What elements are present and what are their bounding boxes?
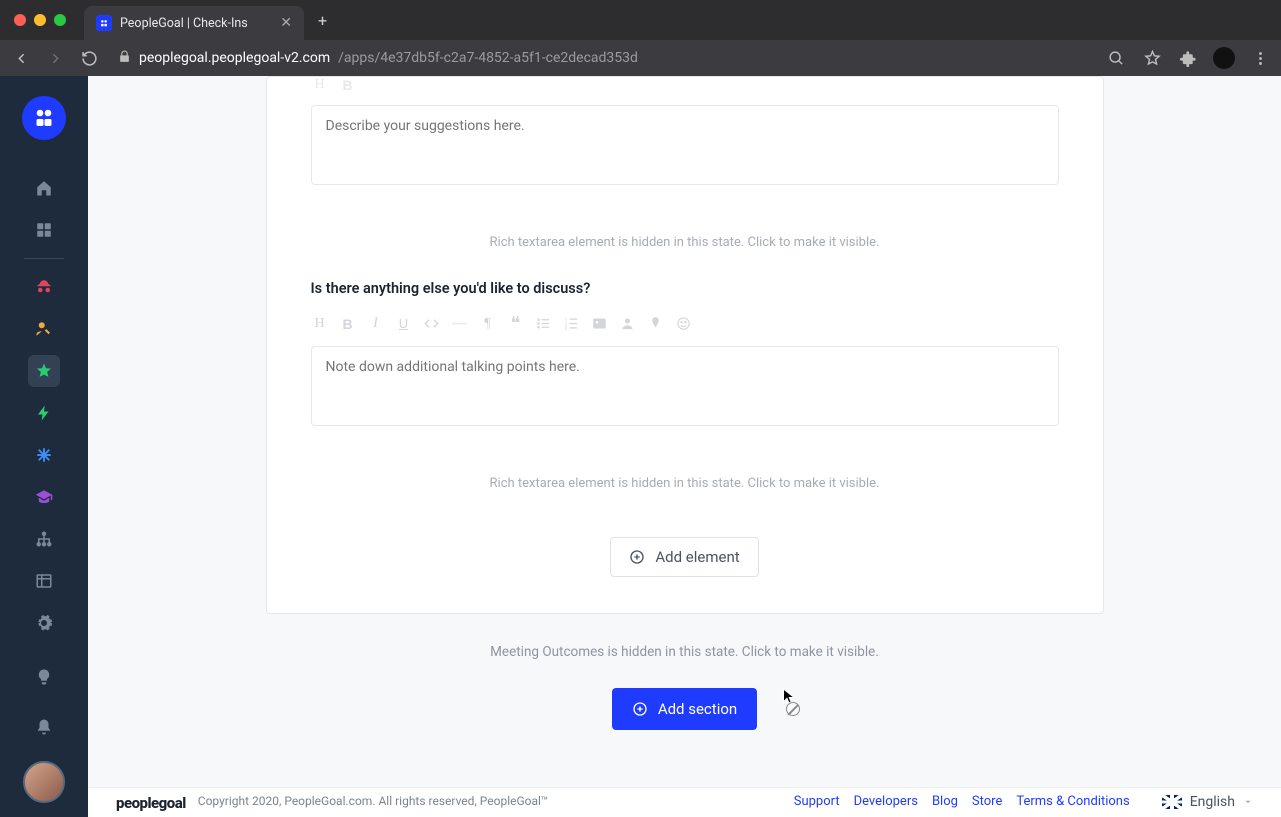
user-avatar[interactable] [23,761,65,803]
sidebar-item-table[interactable] [28,565,60,597]
format-bold-icon[interactable]: B [339,77,357,93]
extensions-icon[interactable] [1177,47,1199,69]
window-controls [0,14,66,26]
window-close-button[interactable] [14,14,26,26]
add-section-label: Add section [658,700,737,718]
talking-points-textarea[interactable] [311,346,1059,426]
form-card: H B Rich textarea element is hidden in t… [266,76,1104,614]
hidden-element-notice[interactable]: Rich textarea element is hidden in this … [311,476,1059,491]
format-toolbar: H B I U — ¶ ❝ 123 [311,311,1059,346]
cursor-icon [781,688,797,708]
url-domain: peoplegoal.peoplegoal-v2.com [139,50,330,66]
sidebar-item-bolt[interactable] [28,397,60,429]
footer-link-support[interactable]: Support [794,794,840,809]
add-section-button[interactable]: Add section [612,688,757,730]
language-selector[interactable]: English [1162,794,1253,810]
sidebar-item-home[interactable] [28,172,60,204]
format-underline-icon[interactable]: U [395,316,413,331]
star-icon[interactable] [1141,47,1163,69]
forward-button[interactable] [44,47,66,69]
chevron-down-icon [1243,797,1253,807]
footer-link-developers[interactable]: Developers [854,794,918,809]
format-quote-icon[interactable]: ❝ [507,313,525,334]
footer-logo: peoplegoal [116,794,186,812]
footer-link-terms[interactable]: Terms & Conditions [1016,794,1129,809]
format-heading-icon[interactable]: H [311,77,329,93]
new-tab-button[interactable]: + [318,11,327,30]
sidebar-logo[interactable] [22,96,66,140]
format-heading-icon[interactable]: H [311,316,329,332]
lock-icon [118,50,131,67]
question-label: Is there anything else you'd like to dis… [311,280,1059,297]
format-mention-icon[interactable] [619,316,637,331]
reload-button[interactable] [78,47,100,69]
browser-menu-button[interactable] [1249,47,1271,69]
format-paragraph-icon[interactable]: ¶ [479,316,497,332]
browser-tab-bar: PeopleGoal | Check-Ins ✕ + [0,0,1281,40]
sidebar-item-notifications[interactable] [28,711,60,743]
format-emoji-icon[interactable] [675,316,693,331]
zoom-icon[interactable] [1105,47,1127,69]
window-maximize-button[interactable] [54,14,66,26]
tab-close-button[interactable]: ✕ [280,15,292,31]
add-element-label: Add element [655,548,739,566]
back-button[interactable] [10,47,32,69]
tab-favicon-icon [96,15,112,31]
sidebar-item-settings[interactable] [28,607,60,639]
format-hr-icon[interactable]: — [451,316,469,332]
browser-address-bar: peoplegoal.peoplegoal-v2.com/apps/4e37db… [0,40,1281,76]
main-content: H B Rich textarea element is hidden in t… [88,76,1281,817]
footer: peoplegoal Copyright 2020, PeopleGoal.co… [88,787,1281,817]
hidden-element-notice[interactable]: Rich textarea element is hidden in this … [311,235,1059,250]
sidebar-item-checkins[interactable] [28,355,60,387]
sidebar-item-graduation[interactable] [28,481,60,513]
footer-copyright: Copyright 2020, PeopleGoal.com. All righ… [198,794,549,808]
tab-title: PeopleGoal | Check-Ins [120,16,272,31]
flag-uk-icon [1162,795,1182,809]
hidden-section-notice[interactable]: Meeting Outcomes is hidden in this state… [88,644,1281,660]
browser-profile-avatar[interactable] [1213,47,1235,69]
sidebar-item-hierarchy[interactable] [28,523,60,555]
url-path: /apps/4e37db5f-c2a7-4852-a5f1-ce2decad35… [338,50,638,66]
browser-tab[interactable]: PeopleGoal | Check-Ins ✕ [84,6,304,40]
sidebar-item-apps[interactable] [28,214,60,246]
format-italic-icon[interactable]: I [367,315,385,332]
format-bullets-icon[interactable] [535,316,553,331]
sidebar-item-user-edit[interactable] [28,313,60,345]
format-code-icon[interactable] [423,316,441,331]
suggestions-textarea[interactable] [311,105,1059,185]
format-bold-icon[interactable]: B [339,316,357,332]
add-element-button[interactable]: Add element [610,537,758,577]
sidebar-item-asterisk[interactable] [28,439,60,471]
format-image-icon[interactable] [591,316,609,331]
sidebar-item-lightbulb[interactable] [28,661,60,693]
sidebar-item-incognito[interactable] [28,271,60,303]
footer-link-blog[interactable]: Blog [932,794,958,809]
url-field[interactable]: peoplegoal.peoplegoal-v2.com/apps/4e37db… [112,50,1093,67]
svg-text:3: 3 [565,327,568,331]
language-label: English [1190,794,1235,810]
format-attachment-icon[interactable] [647,316,665,331]
format-numbered-icon[interactable]: 123 [563,316,581,331]
footer-link-store[interactable]: Store [972,794,1002,809]
sidebar [0,76,88,817]
window-minimize-button[interactable] [34,14,46,26]
